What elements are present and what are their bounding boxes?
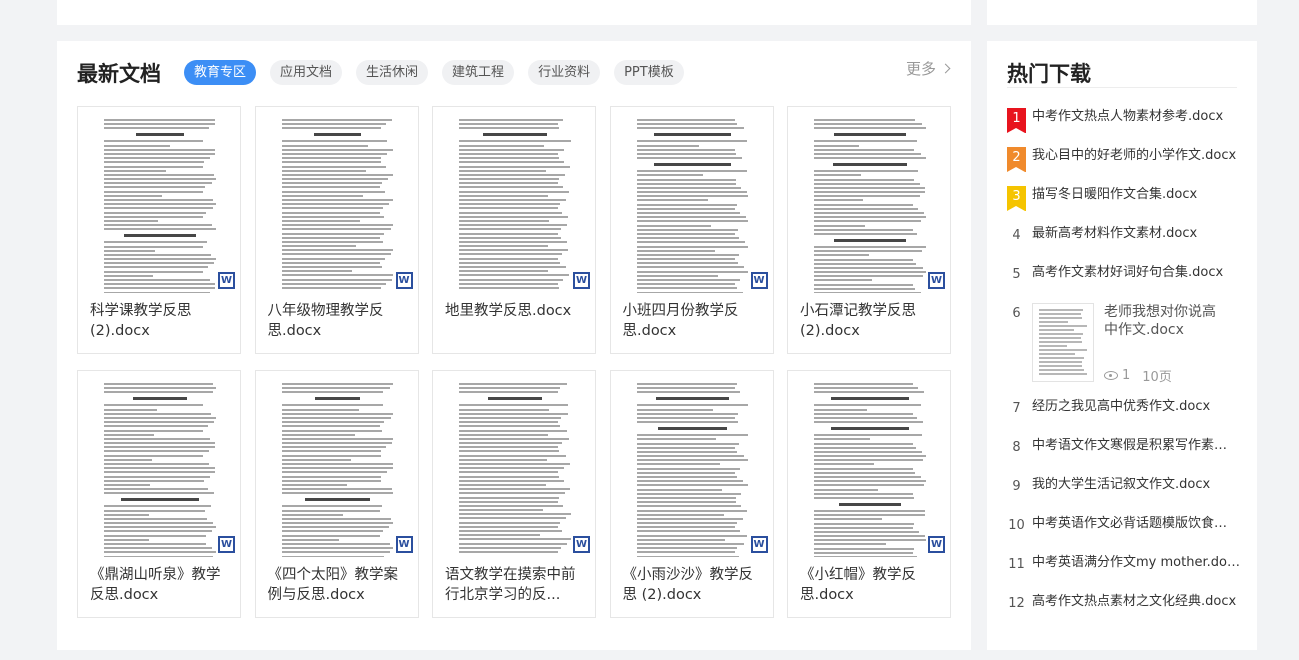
hot-doc-title[interactable]: 中考作文热点人物素材参考.docx bbox=[1032, 106, 1240, 128]
doc-title[interactable]: 《小雨沙沙》教学反思 (2).docx bbox=[623, 565, 765, 605]
doc-title[interactable]: 科学课教学反思(2).docx bbox=[90, 301, 232, 341]
doc-card[interactable]: W 八年级物理教学反思.docx bbox=[254, 106, 419, 354]
doc-title[interactable]: 八年级物理教学反思.docx bbox=[268, 301, 410, 341]
hot-doc-title[interactable]: 最新高考材料作文素材.docx bbox=[1032, 223, 1240, 245]
word-icon: W bbox=[750, 272, 768, 289]
view-count: 1 bbox=[1122, 368, 1131, 383]
hot-list-item[interactable]: 10 中考英语作文必背话题模版饮食安全... bbox=[1007, 513, 1242, 535]
hot-doc-title[interactable]: 我的大学生活记叙文作文.docx bbox=[1032, 474, 1240, 496]
doc-title[interactable]: 语文教学在摸索中前行北京学习的反... bbox=[445, 565, 587, 605]
rank-flag-icon: 3 bbox=[1007, 186, 1026, 211]
word-icon: W bbox=[218, 536, 235, 553]
doc-title[interactable]: 小石潭记教学反思(2).docx bbox=[800, 301, 942, 341]
more-label: 更多 bbox=[905, 60, 936, 78]
hot-doc-title[interactable]: 高考作文素材好词好句合集.docx bbox=[1032, 262, 1240, 284]
tab-category[interactable]: 行业资料 bbox=[528, 60, 601, 85]
hot-doc-title[interactable]: 中考语文作文寒假是积累写作素材的... bbox=[1032, 435, 1240, 457]
doc-title[interactable]: 《鼎湖山听泉》教学反思.docx bbox=[90, 565, 232, 605]
hot-list-item[interactable]: 2 我心目中的好老师的小学作文.docx bbox=[1007, 145, 1242, 172]
featured-doc-title[interactable]: 老师我想对你说高中作文.docx bbox=[1104, 303, 1224, 339]
more-link[interactable]: 更多 bbox=[905, 58, 951, 79]
rank-flag-icon: 2 bbox=[1007, 147, 1026, 172]
doc-card[interactable]: W 小班四月份教学反思.docx bbox=[609, 106, 774, 354]
latest-docs-panel: 最新文档 教育专区 应用文档 生活休闲 建筑工程 行业资料 PPT模板 更多 W 科学课教学… bbox=[57, 41, 971, 650]
chevron-right-icon bbox=[940, 63, 951, 74]
hot-list-item[interactable]: 7 经历之我见高中优秀作文.docx bbox=[1007, 396, 1242, 418]
rank-number: 8 bbox=[1012, 440, 1021, 455]
top-panel-strip bbox=[57, 0, 971, 25]
hot-list-item[interactable]: 12 高考作文热点素材之文化经典.docx bbox=[1007, 591, 1242, 613]
doc-card[interactable]: W 《鼎湖山听泉》教学反思.docx bbox=[77, 370, 241, 618]
rank-flag-icon: 1 bbox=[1007, 108, 1026, 133]
word-icon: W bbox=[928, 536, 945, 553]
rank-number: 12 bbox=[1008, 596, 1025, 611]
featured-doc-meta: 1 10页 bbox=[1104, 366, 1172, 385]
hot-doc-title[interactable]: 高考作文热点素材之文化经典.docx bbox=[1032, 591, 1240, 613]
doc-title[interactable]: 《四个太阳》教学案例与反思.docx bbox=[268, 565, 410, 605]
hot-doc-title[interactable]: 我心目中的好老师的小学作文.docx bbox=[1032, 145, 1240, 167]
eye-icon bbox=[1104, 371, 1118, 380]
document-thumbnail[interactable] bbox=[265, 117, 408, 293]
doc-title[interactable]: 地里教学反思.docx bbox=[445, 301, 587, 321]
latest-docs-title: 最新文档 bbox=[77, 62, 161, 86]
rank-number: 11 bbox=[1008, 557, 1025, 572]
doc-card[interactable]: W 语文教学在摸索中前行北京学习的反... bbox=[432, 370, 596, 618]
word-icon: W bbox=[928, 272, 945, 289]
hot-doc-title[interactable]: 中考英语作文必背话题模版饮食安全... bbox=[1032, 513, 1240, 535]
divider bbox=[1007, 87, 1237, 88]
rank-number: 7 bbox=[1012, 401, 1021, 416]
document-thumbnail[interactable] bbox=[443, 381, 585, 557]
hot-doc-title[interactable]: 经历之我见高中优秀作文.docx bbox=[1032, 396, 1240, 418]
hot-list-item[interactable]: 4 最新高考材料作文素材.docx bbox=[1007, 223, 1242, 245]
document-thumbnail[interactable] bbox=[1032, 303, 1094, 382]
rank-number: 4 bbox=[1012, 228, 1021, 243]
rank-number: 6 bbox=[1012, 306, 1021, 321]
tab-category[interactable]: 生活休闲 bbox=[356, 60, 429, 85]
word-icon: W bbox=[573, 272, 590, 289]
hot-list-item[interactable]: 11 中考英语满分作文my mother.docx bbox=[1007, 552, 1242, 574]
hot-list-item[interactable]: 5 高考作文素材好词好句合集.docx bbox=[1007, 262, 1242, 284]
document-thumbnail[interactable] bbox=[88, 381, 230, 557]
word-icon: W bbox=[218, 272, 235, 289]
rank-number: 9 bbox=[1012, 479, 1021, 494]
hot-list-item[interactable]: 3 描写冬日暖阳作文合集.docx bbox=[1007, 184, 1242, 211]
document-thumbnail[interactable] bbox=[265, 381, 408, 557]
tab-category[interactable]: PPT模板 bbox=[614, 60, 684, 85]
tab-category[interactable]: 教育专区 bbox=[184, 60, 257, 85]
top-side-panel-strip bbox=[987, 0, 1257, 25]
hot-doc-title[interactable]: 中考英语满分作文my mother.docx bbox=[1032, 552, 1240, 574]
hot-doc-title[interactable]: 描写冬日暖阳作文合集.docx bbox=[1032, 184, 1240, 206]
word-icon: W bbox=[573, 536, 590, 553]
word-icon: W bbox=[395, 536, 413, 553]
document-thumbnail[interactable] bbox=[88, 117, 230, 293]
hot-downloads-title: 热门下载 bbox=[1007, 62, 1091, 86]
doc-card[interactable]: W 小石潭记教学反思(2).docx bbox=[787, 106, 951, 354]
tab-category[interactable]: 建筑工程 bbox=[442, 60, 515, 85]
document-thumbnail[interactable] bbox=[798, 117, 940, 293]
document-thumbnail[interactable] bbox=[443, 117, 585, 293]
hot-list-item[interactable]: 8 中考语文作文寒假是积累写作素材的... bbox=[1007, 435, 1242, 457]
doc-card[interactable]: W 《小红帽》教学反思.docx bbox=[787, 370, 951, 618]
category-tabs: 教育专区 应用文档 生活休闲 建筑工程 行业资料 PPT模板 bbox=[184, 60, 698, 85]
rank-number: 5 bbox=[1012, 267, 1021, 282]
rank-number: 10 bbox=[1008, 518, 1025, 533]
hot-list-item[interactable]: 9 我的大学生活记叙文作文.docx bbox=[1007, 474, 1242, 496]
doc-title[interactable]: 《小红帽》教学反思.docx bbox=[800, 565, 942, 605]
page-count: 10页 bbox=[1142, 370, 1172, 385]
tab-category[interactable]: 应用文档 bbox=[270, 60, 343, 85]
hot-list-item[interactable]: 1 中考作文热点人物素材参考.docx bbox=[1007, 106, 1242, 133]
doc-card[interactable]: W 科学课教学反思(2).docx bbox=[77, 106, 241, 354]
doc-card[interactable]: W 《四个太阳》教学案例与反思.docx bbox=[254, 370, 419, 618]
document-thumbnail[interactable] bbox=[620, 381, 763, 557]
document-thumbnail[interactable] bbox=[798, 381, 940, 557]
doc-card[interactable]: W 地里教学反思.docx bbox=[432, 106, 596, 354]
word-icon: W bbox=[750, 536, 768, 553]
word-icon: W bbox=[395, 272, 413, 289]
doc-card[interactable]: W 《小雨沙沙》教学反思 (2).docx bbox=[609, 370, 774, 618]
hot-featured-item[interactable]: 6 老师我想对你说高中作文.docx 1 10页 bbox=[1007, 303, 1242, 385]
document-thumbnail[interactable] bbox=[620, 117, 763, 293]
doc-title[interactable]: 小班四月份教学反思.docx bbox=[623, 301, 765, 341]
hot-downloads-panel: 热门下载 1 中考作文热点人物素材参考.docx 2 我心目中的好老师的小学作文.do… bbox=[987, 41, 1257, 650]
